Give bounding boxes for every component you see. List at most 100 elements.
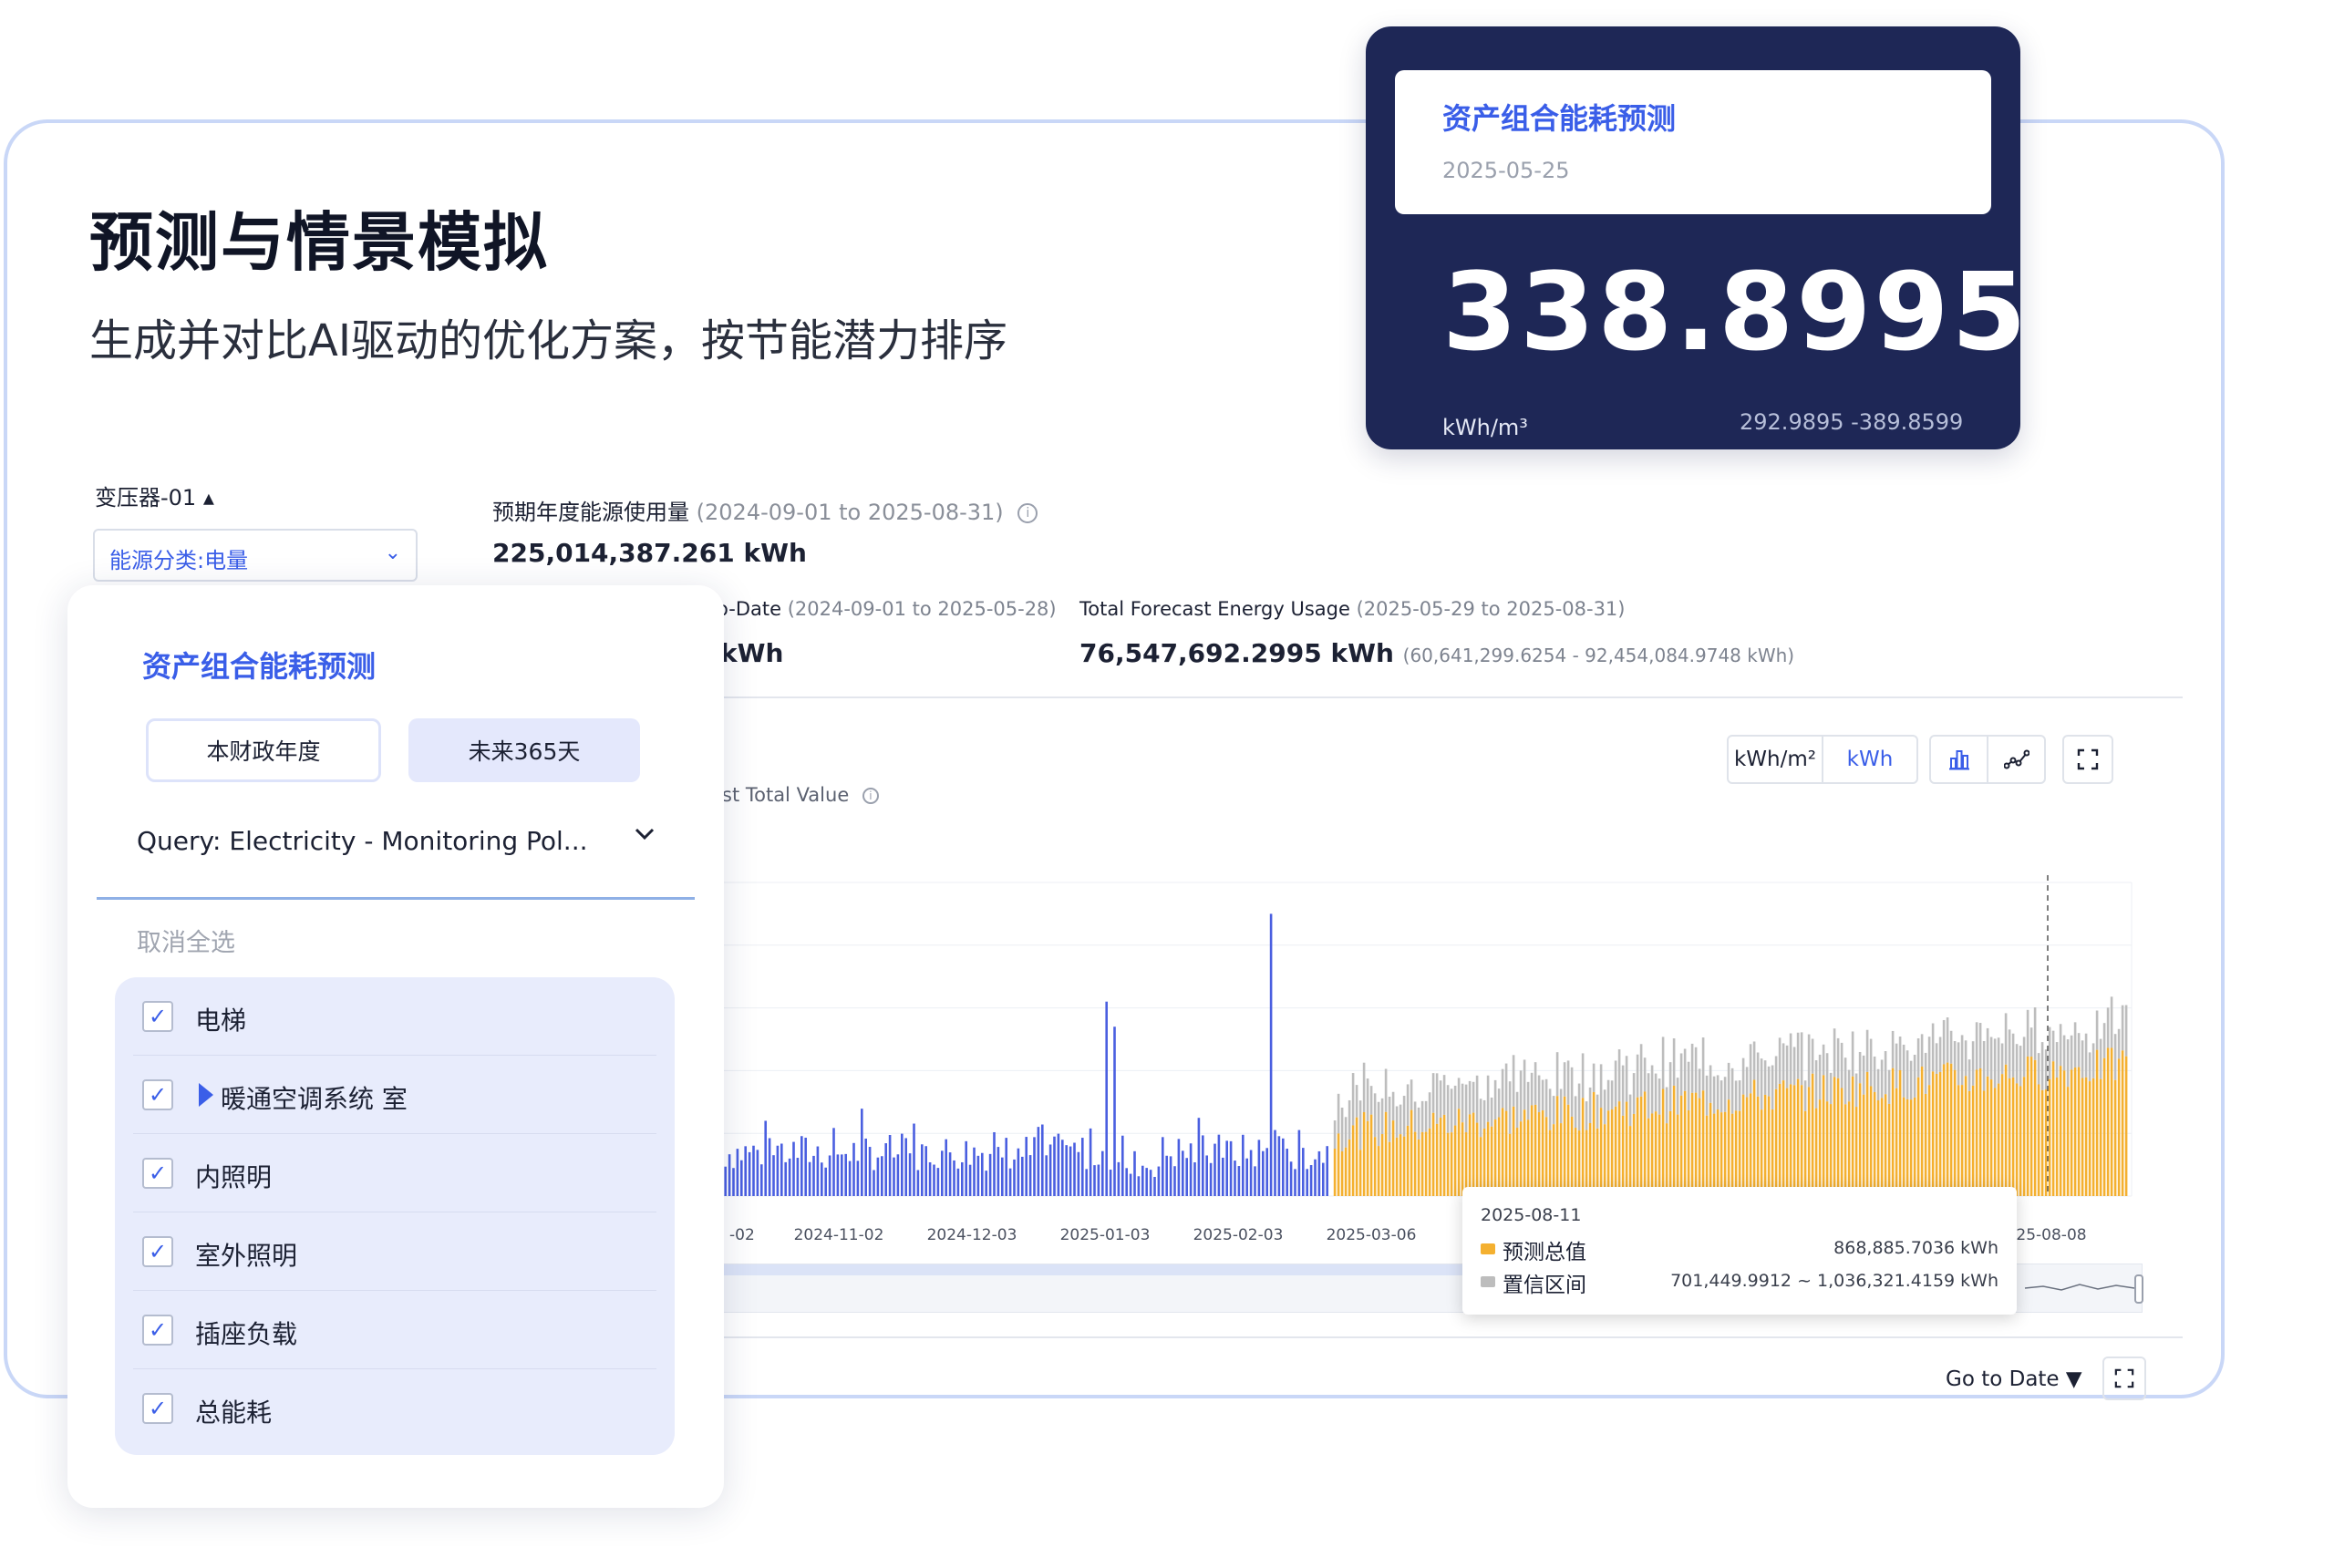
info-icon[interactable]: i bbox=[862, 788, 879, 804]
annual-usage-value: 225,014,387.261 kWh bbox=[492, 538, 807, 568]
bar-actual bbox=[861, 1109, 863, 1196]
checkbox[interactable]: ✓ bbox=[142, 1393, 173, 1424]
bar-actual bbox=[1129, 1173, 1132, 1196]
checkbox[interactable]: ✓ bbox=[142, 1315, 173, 1346]
bar-confidence bbox=[2059, 1024, 2062, 1067]
bar-forecast bbox=[1380, 1134, 1384, 1196]
bar-actual bbox=[804, 1137, 807, 1196]
go-to-date-button[interactable]: Go to Date ▼ bbox=[1946, 1367, 2082, 1391]
bar-confidence bbox=[1351, 1073, 1355, 1126]
list-item[interactable]: ✓ 电梯 bbox=[133, 977, 656, 1056]
bar-confidence bbox=[2106, 1007, 2110, 1048]
bar-confidence bbox=[1982, 1041, 1986, 1091]
query-select[interactable]: Query: Electricity - Monitoring Pol... bbox=[137, 826, 588, 856]
bar-forecast bbox=[1851, 1076, 1854, 1196]
list-item-label: 插座负载 bbox=[195, 1319, 298, 1349]
bar-confidence bbox=[1920, 1034, 1924, 1067]
bar-confidence bbox=[1617, 1049, 1621, 1102]
bar-forecast bbox=[1803, 1110, 1807, 1196]
bar-actual bbox=[728, 1154, 731, 1196]
expand-arrow-icon[interactable] bbox=[199, 1083, 213, 1107]
unit-area-button[interactable]: kWh/m² bbox=[1729, 737, 1823, 782]
checkbox[interactable]: ✓ bbox=[142, 1158, 173, 1189]
transformer-selector[interactable]: 变压器-01 ▴ bbox=[95, 480, 214, 511]
line-chart-button[interactable] bbox=[1988, 737, 2044, 782]
bar-confidence bbox=[2073, 1022, 2077, 1068]
bar-confidence bbox=[1592, 1063, 1596, 1092]
list-item[interactable]: ✓ 总能耗 bbox=[133, 1369, 656, 1448]
bar-forecast bbox=[2011, 1077, 2015, 1196]
bar-confidence bbox=[1555, 1052, 1559, 1097]
bar-actual bbox=[724, 1166, 727, 1196]
bar-confidence bbox=[1537, 1075, 1541, 1113]
bar-forecast bbox=[1596, 1128, 1599, 1196]
forecast-usage-label: Total Forecast Energy Usage (2025-05-29 … bbox=[1079, 598, 1625, 620]
bar-confidence bbox=[1847, 1069, 1851, 1102]
next-365-days-button[interactable]: 未来365天 bbox=[408, 718, 640, 782]
fiscal-year-button[interactable]: 本财政年度 bbox=[146, 718, 381, 782]
bar-confidence bbox=[1523, 1059, 1526, 1110]
bar-forecast bbox=[1406, 1125, 1410, 1196]
bar-confidence bbox=[1978, 1023, 1982, 1068]
bar-confidence bbox=[1701, 1037, 1705, 1091]
fullscreen-button[interactable] bbox=[2102, 1357, 2146, 1400]
bar-forecast bbox=[2048, 1078, 2051, 1196]
bar-actual bbox=[1229, 1140, 1233, 1196]
bar-actual bbox=[796, 1158, 800, 1196]
list-item[interactable]: ✓ 内照明 bbox=[133, 1134, 656, 1212]
chart-fullscreen-button[interactable] bbox=[2062, 735, 2113, 784]
checkbox[interactable]: ✓ bbox=[142, 1079, 173, 1110]
bar-forecast bbox=[1654, 1111, 1658, 1196]
bar-confidence bbox=[1512, 1055, 1515, 1107]
bar-actual bbox=[1005, 1138, 1007, 1196]
bar-forecast bbox=[2084, 1077, 2088, 1196]
chevron-down-icon[interactable] bbox=[631, 820, 658, 848]
bar-forecast bbox=[2004, 1064, 2008, 1196]
bar-forecast bbox=[1679, 1095, 1683, 1196]
bar-forecast bbox=[1964, 1076, 1967, 1196]
bar-chart-button[interactable] bbox=[1931, 737, 1988, 782]
bar-forecast bbox=[1501, 1108, 1504, 1196]
bar-actual bbox=[732, 1168, 735, 1196]
bar-actual bbox=[968, 1164, 972, 1196]
fullscreen-icon bbox=[2077, 748, 2099, 770]
bar-forecast bbox=[1621, 1115, 1625, 1196]
bar-forecast bbox=[1643, 1091, 1647, 1196]
bar-actual bbox=[1117, 1161, 1121, 1196]
list-item[interactable]: ✓ 暖通空调系统 室 bbox=[133, 1056, 656, 1134]
info-icon[interactable]: i bbox=[1017, 503, 1038, 523]
bar-confidence bbox=[1599, 1064, 1603, 1109]
bar-actual bbox=[884, 1143, 887, 1196]
bar-confidence bbox=[1927, 1037, 1931, 1086]
bar-actual bbox=[744, 1146, 747, 1196]
checkbox[interactable]: ✓ bbox=[142, 1236, 173, 1267]
kpi-label: 资产组合能耗预测 bbox=[1442, 101, 1677, 136]
bar-forecast bbox=[1880, 1098, 1884, 1196]
bar-confidence bbox=[1413, 1101, 1417, 1132]
bar-confidence bbox=[2102, 1023, 2106, 1058]
bar-forecast bbox=[1752, 1079, 1756, 1196]
bar-actual bbox=[1109, 1170, 1112, 1196]
bar-actual bbox=[945, 1139, 947, 1196]
bar-forecast bbox=[2102, 1057, 2106, 1196]
energy-category-select[interactable]: 能源分类:电量 ⌄ bbox=[93, 529, 418, 582]
bar-confidence bbox=[1993, 1038, 1997, 1088]
bar-forecast bbox=[1490, 1126, 1493, 1196]
bar-actual bbox=[985, 1171, 987, 1196]
bar-forecast bbox=[1862, 1094, 1865, 1196]
bar-confidence bbox=[1475, 1075, 1479, 1123]
bar-actual bbox=[1302, 1148, 1305, 1196]
bar-confidence bbox=[1734, 1080, 1738, 1111]
bar-forecast bbox=[1570, 1116, 1574, 1196]
list-item[interactable]: ✓ 室外照明 bbox=[133, 1212, 656, 1291]
bar-actual bbox=[1133, 1150, 1136, 1196]
bar-forecast bbox=[1854, 1107, 1858, 1196]
bar-confidence bbox=[1348, 1099, 1351, 1140]
unit-kwh-button[interactable]: kWh bbox=[1823, 737, 1916, 782]
bar-forecast bbox=[1625, 1101, 1628, 1196]
bar-confidence bbox=[1333, 1120, 1337, 1149]
checkbox[interactable]: ✓ bbox=[142, 1001, 173, 1032]
deselect-all-link[interactable]: 取消全选 bbox=[137, 923, 235, 958]
bar-actual bbox=[1028, 1155, 1032, 1196]
list-item[interactable]: ✓ 插座负载 bbox=[133, 1291, 656, 1369]
